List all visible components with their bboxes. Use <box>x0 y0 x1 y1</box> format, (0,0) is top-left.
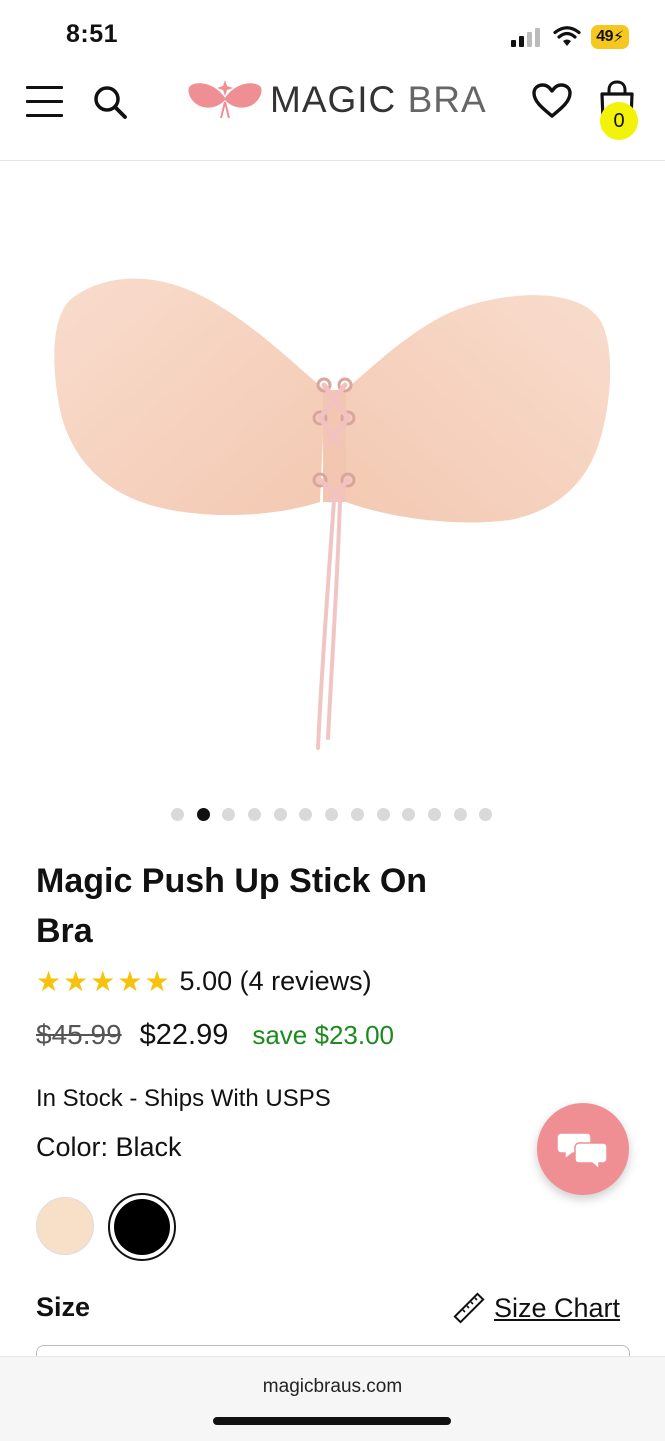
original-price: $45.99 <box>36 1019 122 1050</box>
chat-button[interactable] <box>537 1103 629 1195</box>
star-icon: ★ <box>63 965 89 997</box>
sale-price: $22.99 <box>139 1019 229 1051</box>
stock-status: In Stock - Ships With USPS <box>36 1085 331 1112</box>
carousel-dot[interactable] <box>376 808 390 821</box>
carousel-dot[interactable] <box>171 808 184 821</box>
status-time: 8:51 <box>66 20 119 48</box>
carousel-dot[interactable] <box>479 808 493 821</box>
savings-text: save $23.00 <box>252 1020 395 1050</box>
swatch-black[interactable] <box>114 1199 170 1255</box>
star-icon: ★ <box>90 965 116 997</box>
product-rating[interactable]: ★ ★ ★ ★ ★ 5.00 (4 reviews) <box>36 966 372 997</box>
rating-stars: ★ ★ ★ ★ ★ <box>36 965 170 997</box>
carousel-dot[interactable] <box>427 808 441 821</box>
brand-logo[interactable]: MAGIC BRA <box>186 76 487 124</box>
butterfly-logo-icon <box>188 80 262 119</box>
carousel-dot[interactable] <box>453 808 467 821</box>
wifi-icon <box>553 26 581 46</box>
chat-bubbles-icon <box>557 1132 608 1171</box>
product-title: Magic Push Up Stick On Bra <box>36 862 428 950</box>
carousel-dot[interactable] <box>222 808 236 821</box>
star-icon: ★ <box>117 965 143 997</box>
price-row: $45.99 $22.99 save $23.00 <box>36 1019 394 1052</box>
search-icon[interactable] <box>92 84 128 120</box>
size-chart-link[interactable]: Size Chart <box>452 1291 620 1325</box>
product-image[interactable] <box>40 240 630 770</box>
rating-text: 5.00 (4 reviews) <box>179 966 372 996</box>
url-text[interactable]: magicbraus.com <box>0 1376 665 1398</box>
carousel-dot[interactable] <box>248 808 262 821</box>
carousel-dot[interactable] <box>196 808 210 821</box>
carousel-dot[interactable] <box>299 808 313 821</box>
carousel-dot[interactable] <box>325 808 339 821</box>
menu-icon[interactable] <box>26 84 64 120</box>
cart-count-badge[interactable]: 0 <box>600 102 638 140</box>
color-label: Color: Black <box>36 1132 182 1162</box>
signal-icon <box>511 28 540 47</box>
carousel-dots <box>171 808 493 821</box>
carousel-dot[interactable] <box>350 808 364 821</box>
ruler-icon <box>453 1292 485 1324</box>
home-indicator[interactable] <box>213 1417 451 1425</box>
carousel-dot[interactable] <box>273 808 287 821</box>
heart-icon[interactable] <box>531 82 573 120</box>
star-icon: ★ <box>144 965 170 997</box>
status-icons: 49 ⚡ <box>511 22 629 52</box>
size-label: Size <box>36 1292 91 1322</box>
size-chart-label: Size Chart <box>494 1292 621 1323</box>
brand-name: MAGIC BRA <box>270 79 487 120</box>
carousel-dot[interactable] <box>402 808 416 821</box>
swatch-nude[interactable] <box>36 1197 94 1255</box>
battery-icon: 49 ⚡ <box>591 25 629 49</box>
browser-bottom-bar <box>0 1356 665 1441</box>
battery-level: 49 <box>596 28 614 45</box>
star-icon: ★ <box>36 965 62 997</box>
